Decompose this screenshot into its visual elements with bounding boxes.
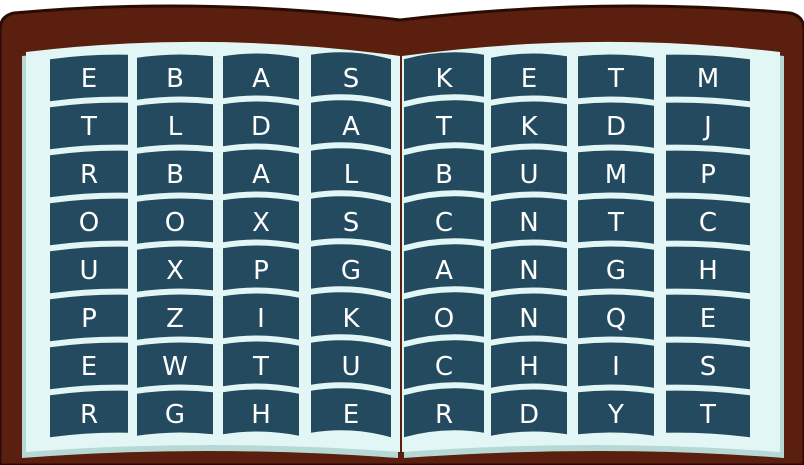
letter-tile-label: D — [519, 400, 539, 430]
letter-tile-label: X — [252, 208, 270, 238]
letter-tile-label: O — [165, 208, 185, 238]
letter-tile-label: A — [342, 112, 360, 142]
letter-tile-label: U — [79, 256, 98, 286]
letter-grid-book: E B A ST L D AR B A LO O X SU X P GP Z I KE W T UR G H EK E T MT K D J… — [0, 4, 804, 465]
letter-tile-label: N — [519, 208, 538, 238]
letter-tile-label: P — [81, 304, 97, 334]
letter-tile-label: K — [342, 304, 360, 334]
letter-tile-label: E — [343, 400, 359, 430]
letter-tile-label: O — [79, 208, 99, 238]
letter-tile-label: S — [343, 208, 360, 238]
letter-tile-label: E — [81, 352, 97, 382]
letter-tile-label: E — [81, 64, 97, 94]
letter-tile-label: A — [252, 160, 270, 190]
letter-tile-label: Q — [606, 304, 626, 334]
letter-tile-label: R — [80, 160, 98, 190]
letter-tile-label: I — [612, 352, 620, 382]
letter-tile-label: G — [165, 400, 185, 430]
letter-tile-label: A — [435, 256, 453, 286]
letter-tile-label: T — [699, 400, 716, 430]
letter-tile-label: L — [168, 112, 183, 142]
letter-tile-label: H — [519, 352, 539, 382]
letter-tile-label: H — [251, 400, 271, 430]
letter-tile-label: W — [162, 352, 188, 382]
letter-tile-label: B — [166, 160, 184, 190]
letter-tile-label: C — [435, 352, 453, 382]
letter-tile-label: C — [699, 208, 717, 238]
letter-tile-label: N — [519, 256, 538, 286]
letter-tile-label: E — [700, 304, 716, 334]
letter-tile-label: A — [252, 64, 270, 94]
letter-tile-label: U — [519, 160, 538, 190]
letter-tile-label: G — [341, 256, 361, 286]
letter-tile-label: I — [257, 304, 265, 334]
letter-tile-label: M — [697, 64, 719, 94]
letter-tile-label: X — [166, 256, 184, 286]
letter-tile-label: Z — [166, 304, 184, 334]
letter-tile-label: Y — [607, 400, 624, 430]
letter-tile-label: S — [700, 352, 717, 382]
letter-tile-label: P — [253, 256, 269, 286]
letter-tile-label: C — [435, 208, 453, 238]
letter-tile-label: L — [344, 160, 359, 190]
letter-tile-label: R — [80, 400, 98, 430]
letter-tile-label: B — [435, 160, 453, 190]
letter-tile-label: B — [166, 64, 184, 94]
letter-tile-label: D — [251, 112, 271, 142]
letter-tile-label: K — [520, 112, 538, 142]
letter-tile-label: T — [252, 352, 269, 382]
letter-tile-label: G — [606, 256, 626, 286]
letter-tile-label: J — [702, 112, 712, 142]
letter-tile-label: U — [341, 352, 360, 382]
letter-tile-label: M — [605, 160, 627, 190]
letter-tile-label: T — [607, 208, 624, 238]
letter-tile-label: R — [435, 400, 453, 430]
letter-tile-label: T — [80, 112, 97, 142]
letter-tile-label: T — [435, 112, 452, 142]
letter-tile-label: E — [521, 64, 537, 94]
letter-tile-label: D — [606, 112, 626, 142]
letter-tile-label: O — [434, 304, 454, 334]
letter-tile-label: N — [519, 304, 538, 334]
letter-tile-label: K — [435, 64, 453, 94]
letter-tile-label: P — [700, 160, 716, 190]
letter-tile-label: H — [698, 256, 718, 286]
letter-tile-label: S — [343, 64, 360, 94]
letter-tile-label: T — [607, 64, 624, 94]
